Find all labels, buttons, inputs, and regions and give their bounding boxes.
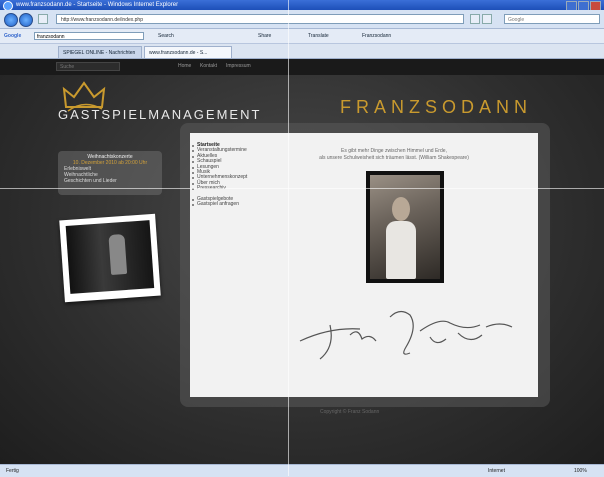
stop-button[interactable] [482,14,492,24]
status-text: Fertig [6,468,19,474]
translate-button[interactable]: Translate [308,32,329,40]
page-icon [38,14,48,24]
site-topbar: Suche Home Kontakt Impressum [0,59,604,75]
google-logo: Google [4,33,22,39]
site-footer: Copyright © Franz Sodann [320,409,380,415]
quote-line: als unsere Schulweisheit sich träumen lä… [319,155,469,161]
topnav-home[interactable]: Home [178,63,191,69]
search-input[interactable]: Google [504,14,600,24]
tab-franzsodann[interactable]: www.franzsodann.de - S... [144,46,232,58]
menu-item-anfragen[interactable]: Gastspiel anfragen [192,201,266,207]
quote-line: Es gibt mehr Dinge zwischen Himmel und E… [341,148,447,154]
window-title: www.franzsodann.de - Startseite - Window… [16,2,179,8]
topnav-kontakt[interactable]: Kontakt [200,63,217,69]
shakespeare-quote: Es gibt mehr Dinge zwischen Himmel und E… [280,148,508,162]
logo-text: GASTSPIELMANAGEMENT [58,107,262,122]
address-toolbar: http://www.franzsodann.de/index.php Goog… [0,10,604,29]
signature-image [299,310,513,360]
crosshair-vertical [288,0,289,476]
address-input[interactable]: http://www.franzsodann.de/index.php [56,14,464,24]
brand-title: FRANZSODANN [340,97,533,117]
window-titlebar: www.franzsodann.de - Startseite - Window… [0,0,604,11]
zone-text: Internet [488,468,505,474]
tab-spiegel[interactable]: SPIEGEL ONLINE - Nachrichten [58,46,142,58]
website-viewport: Suche Home Kontakt Impressum GASTSPIELMA… [0,59,604,464]
google-toolbar: Google franzsodann Search Share Translat… [0,29,604,44]
google-search-input[interactable]: franzsodann [34,32,144,40]
status-bar: Fertig Internet 100% [0,464,604,477]
main-menu: Startseite Veranstaltungstermine Aktuell… [192,142,266,207]
site-search-input[interactable]: Suche [56,62,120,71]
event-line: Geschichten und Lieder [64,178,117,184]
zoom-level[interactable]: 100% [574,465,587,477]
franzsodann-bookmark[interactable]: Franzsodann [362,32,391,40]
google-search-button[interactable]: Search [158,32,174,40]
crosshair-horizontal [0,188,604,189]
tab-bar: SPIEGEL ONLINE - Nachrichten www.franzso… [0,44,604,59]
refresh-button[interactable] [470,14,480,24]
topnav-impressum[interactable]: Impressum [226,63,251,69]
stage-photo [59,213,161,303]
back-button[interactable] [4,13,18,27]
forward-button[interactable] [19,13,33,27]
share-button[interactable]: Share [258,32,271,40]
